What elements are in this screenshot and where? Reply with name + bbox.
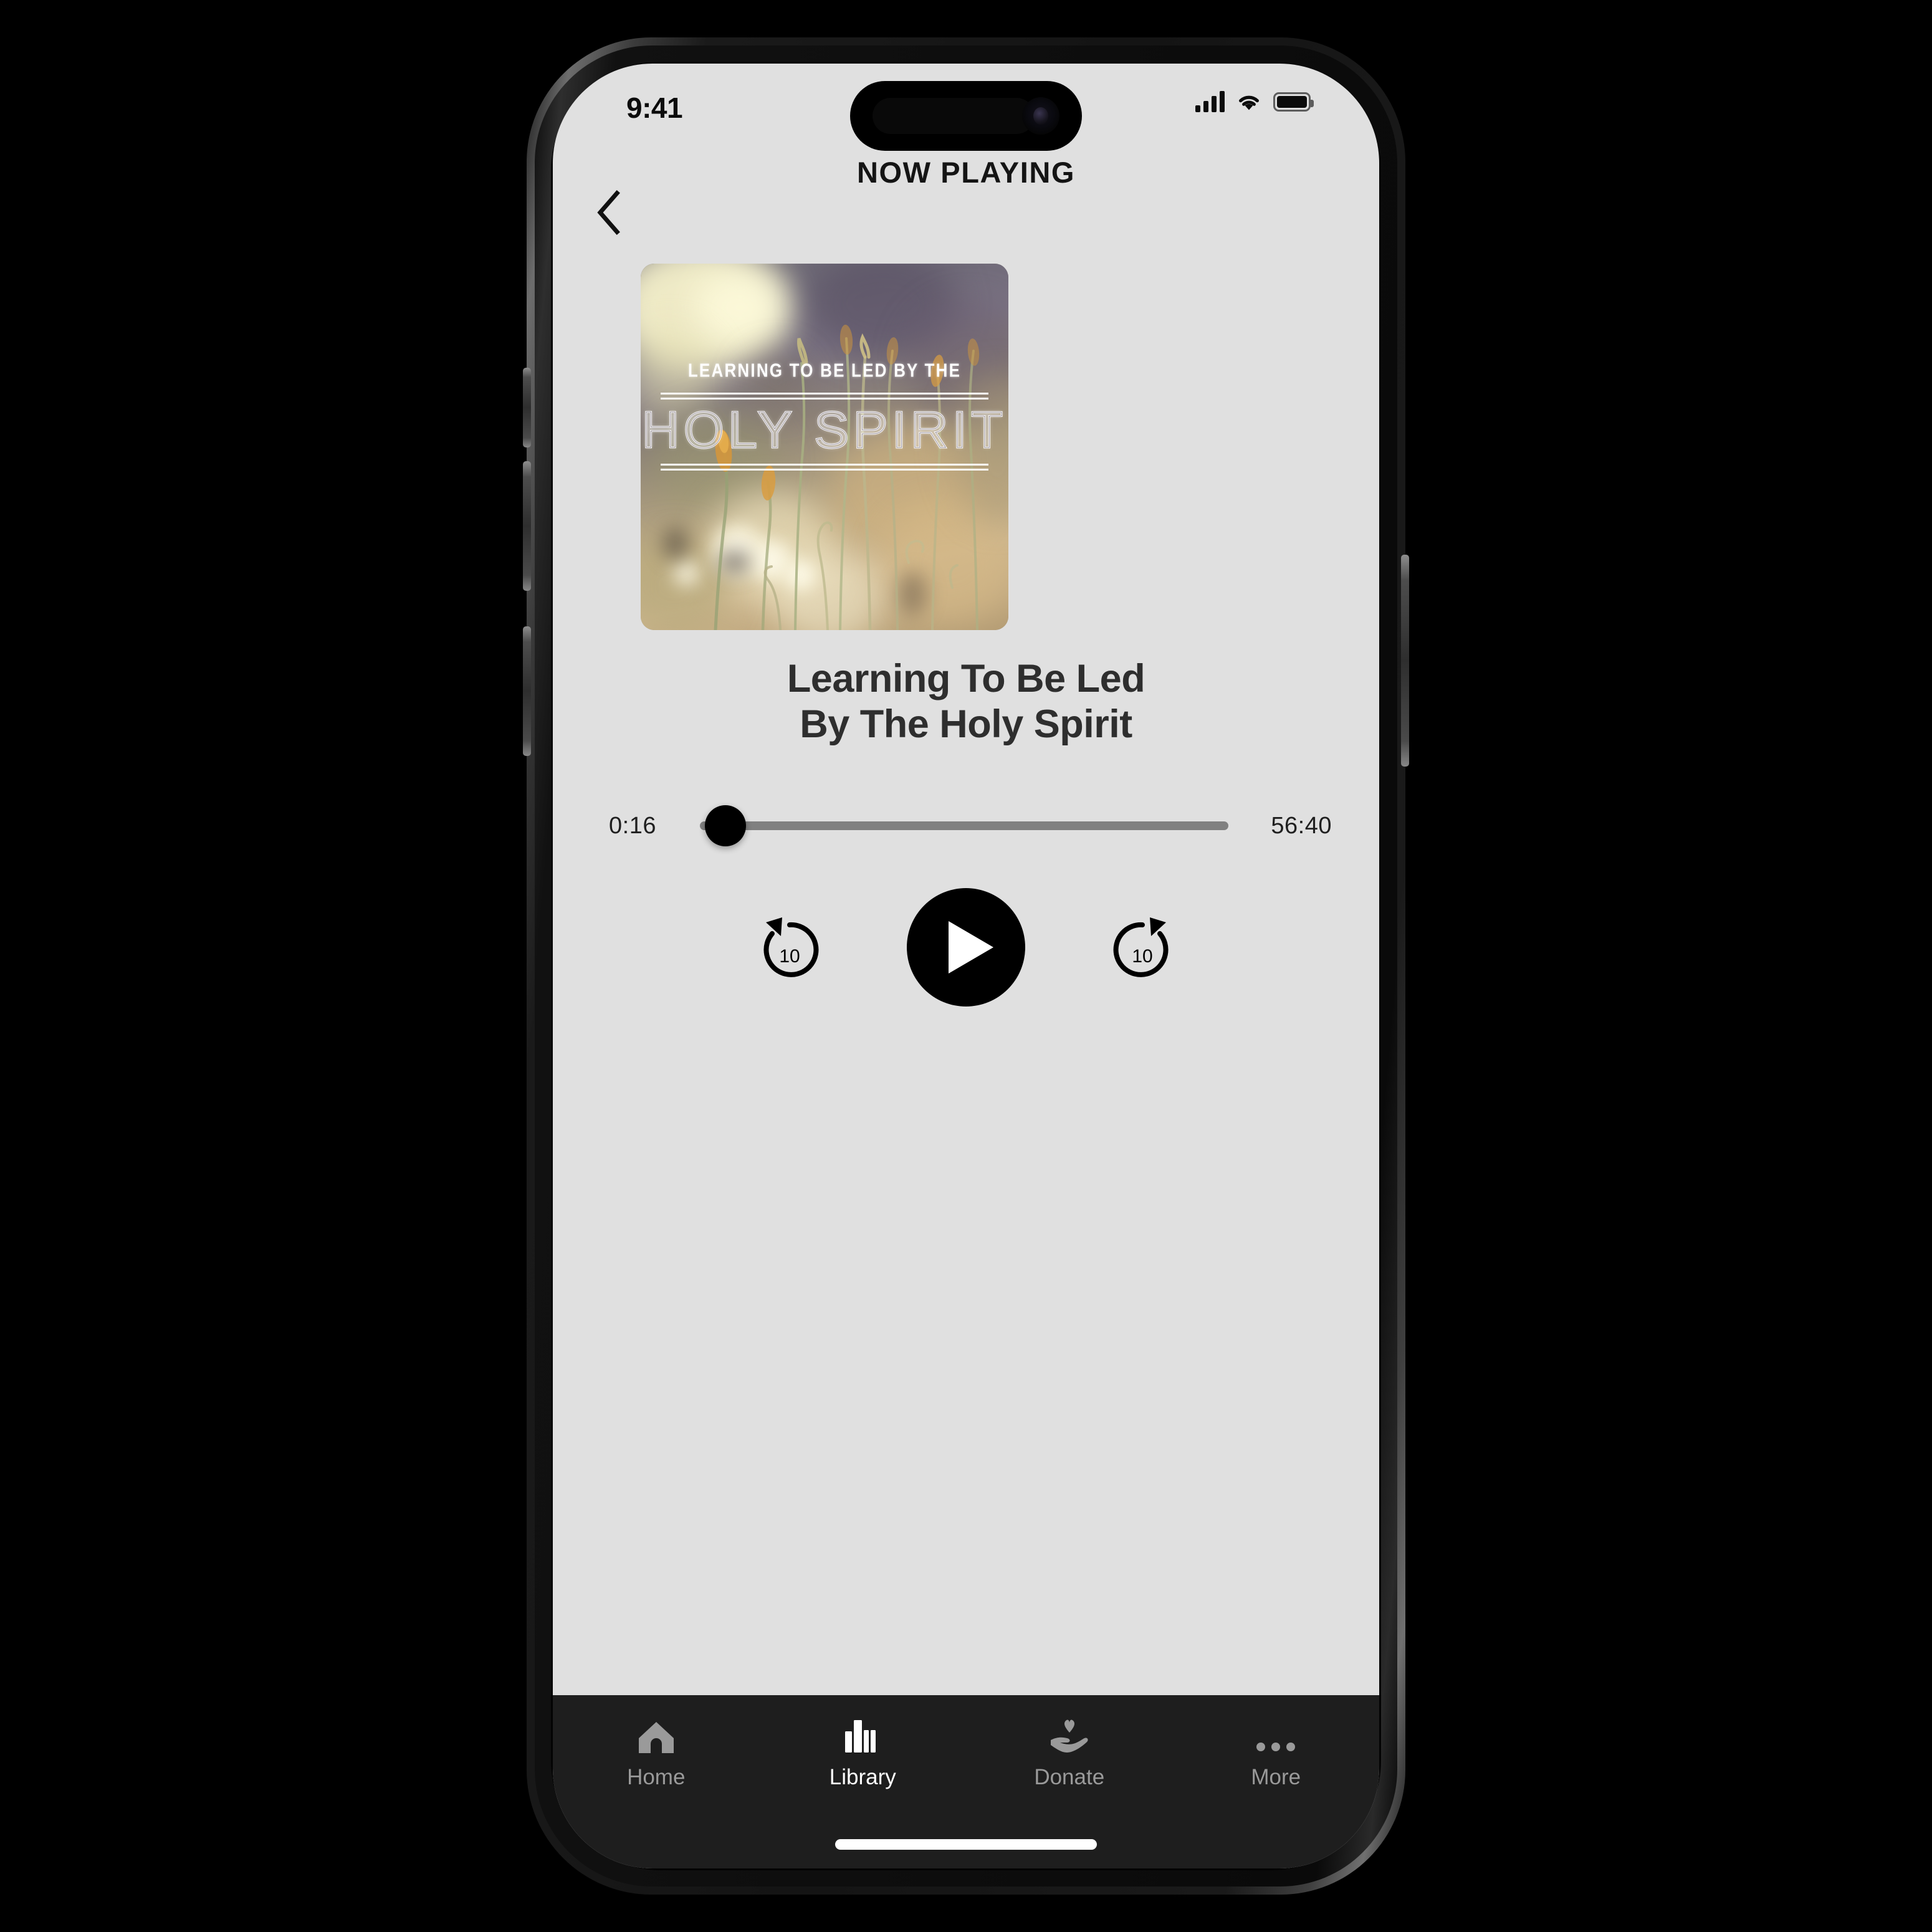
- episode-title: Learning To Be Led By The Holy Spirit: [590, 656, 1342, 747]
- forward-10-icon: 10: [1113, 917, 1169, 977]
- progress-track: [700, 821, 1228, 830]
- power-button[interactable]: [1401, 555, 1409, 767]
- chevron-left-icon: [597, 190, 620, 235]
- episode-title-line-2: By The Holy Spirit: [800, 702, 1132, 747]
- donate-hand-heart-icon: [1050, 1716, 1089, 1755]
- album-artwork[interactable]: LEARNING TO BE LED BY THE HOLY SPIRIT HO…: [641, 264, 1008, 630]
- transport-controls: 10 10: [553, 876, 1379, 1019]
- skip-forward-10-button[interactable]: 10: [1106, 911, 1179, 983]
- home-icon: [637, 1716, 676, 1755]
- artwork-rule-bottom: [661, 464, 988, 471]
- artwork-kicker-text: LEARNING TO BE LED BY THE: [687, 359, 962, 381]
- episode-title-line-1: Learning To Be Led: [787, 657, 1145, 701]
- play-button[interactable]: [907, 888, 1025, 1007]
- tab-home-label: Home: [627, 1765, 686, 1789]
- status-time: 9:41: [626, 92, 683, 124]
- total-time-label: 56:40: [1271, 812, 1332, 839]
- current-time-label: 0:16: [609, 812, 656, 839]
- library-icon: [843, 1716, 882, 1755]
- volume-up-button[interactable]: [523, 461, 531, 591]
- action-button[interactable]: [523, 368, 531, 447]
- artwork-main-text: HOLY SPIRIT: [641, 399, 1007, 459]
- tab-library-label: Library: [829, 1765, 896, 1789]
- tab-home[interactable]: Home: [553, 1716, 760, 1790]
- skip-back-10-button[interactable]: 10: [753, 911, 826, 983]
- bottom-tab-bar: Home Library Donate More: [553, 1695, 1379, 1868]
- now-playing-content: LEARNING TO BE LED BY THE HOLY SPIRIT HO…: [553, 235, 1379, 1695]
- status-bar: 9:41: [553, 64, 1379, 151]
- tab-library[interactable]: Library: [760, 1716, 967, 1790]
- progress-row: 0:16 56:40: [553, 801, 1379, 851]
- battery-full-icon: [1273, 92, 1314, 112]
- earpiece-speaker: [873, 98, 1035, 134]
- tab-donate-label: Donate: [1034, 1765, 1105, 1789]
- play-icon: [949, 921, 993, 973]
- wifi-icon: [1239, 95, 1259, 110]
- back-button[interactable]: [583, 186, 635, 239]
- status-indicators: [1195, 91, 1314, 112]
- iphone-device-frame: 9:41 NOW PLAYING LEARNING TO BE LED BY T…: [523, 37, 1409, 1895]
- screenshot-canvas: 9:41 NOW PLAYING LEARNING TO BE LED BY T…: [0, 0, 1932, 1932]
- ellipsis-icon: [1256, 1716, 1296, 1755]
- volume-down-button[interactable]: [523, 626, 531, 756]
- svg-text:10: 10: [1132, 946, 1152, 967]
- navigation-bar: NOW PLAYING: [553, 141, 1379, 235]
- front-camera: [1022, 97, 1059, 135]
- phone-screen: 9:41 NOW PLAYING LEARNING TO BE LED BY T…: [553, 64, 1379, 1868]
- page-title: NOW PLAYING: [856, 156, 1076, 189]
- tab-more-label: More: [1251, 1765, 1301, 1789]
- cellular-signal-icon: [1195, 91, 1225, 112]
- tab-more[interactable]: More: [1173, 1716, 1380, 1790]
- svg-text:10: 10: [779, 946, 800, 967]
- artwork-rule-top: [661, 392, 988, 399]
- dynamic-island: [850, 81, 1082, 151]
- artwork-title-overlay: LEARNING TO BE LED BY THE HOLY SPIRIT HO…: [641, 264, 1008, 630]
- tab-donate[interactable]: Donate: [966, 1716, 1173, 1790]
- progress-thumb[interactable]: [704, 805, 746, 846]
- progress-slider[interactable]: [700, 801, 1228, 851]
- home-indicator[interactable]: [835, 1839, 1097, 1850]
- rewind-10-icon: 10: [763, 917, 819, 977]
